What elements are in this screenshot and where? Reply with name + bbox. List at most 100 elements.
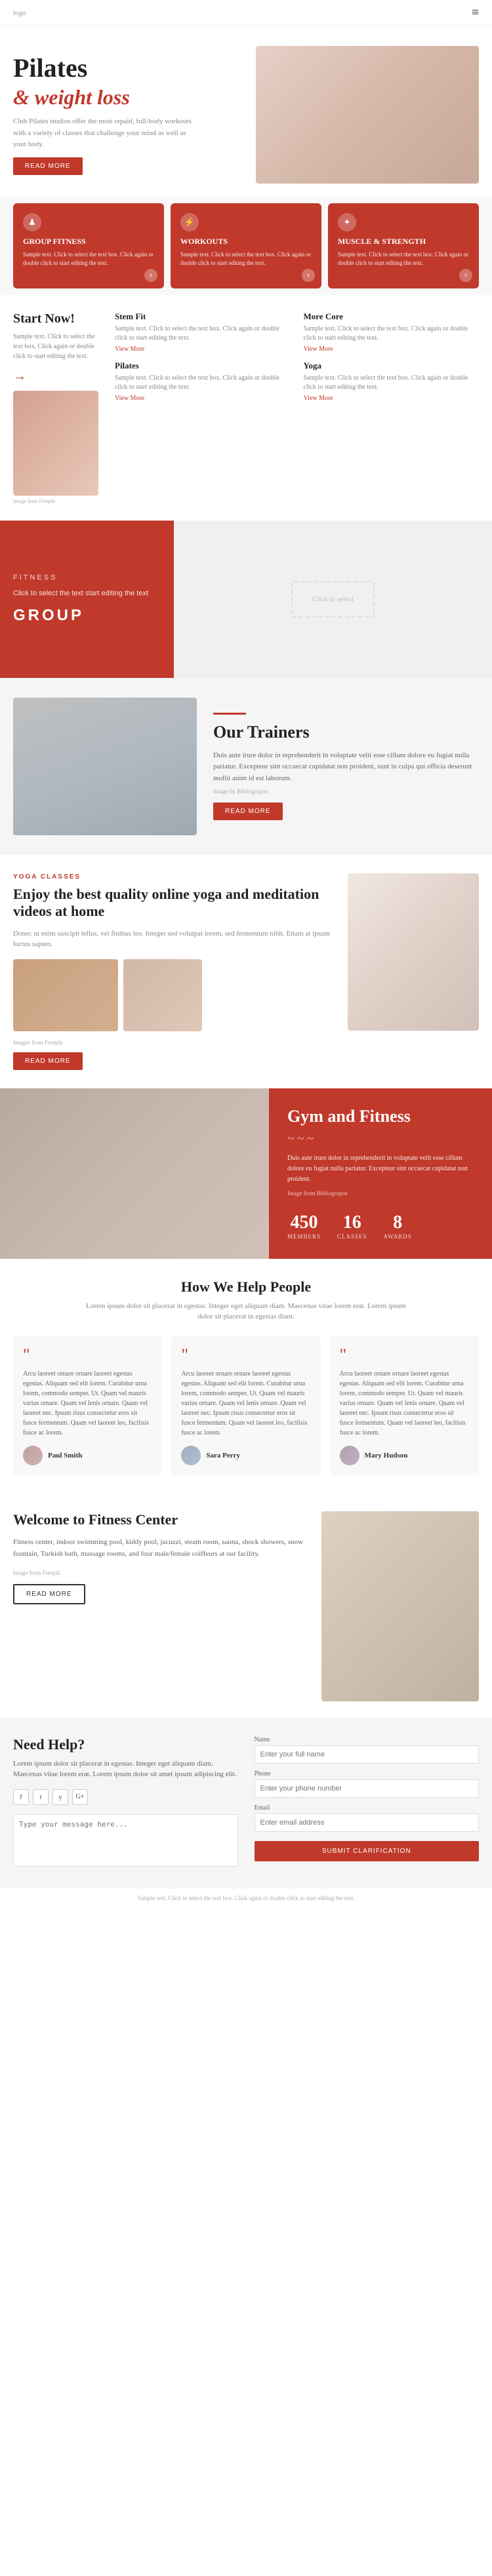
quote-icon-0: " — [23, 1345, 152, 1365]
name-label: Name — [255, 1736, 480, 1743]
trainers-heading: Our Trainers — [213, 723, 479, 742]
testimonial-2: " Arcu laoreet ornare ornare laoreet ege… — [330, 1336, 479, 1475]
footer-text: Sample text. Click to select the text bo… — [13, 1895, 479, 1901]
email-input[interactable] — [255, 1813, 480, 1832]
article-link-1[interactable]: View More — [304, 346, 480, 353]
testimonial-text-1: Arcu laoreet ornare ornare laoreet egest… — [181, 1369, 310, 1438]
card-group-fitness[interactable]: ♟ GROUP FITNESS Sample text. Click to se… — [13, 203, 164, 288]
social-facebook-icon[interactable]: f — [13, 1789, 29, 1805]
fitness-right-box[interactable]: Click to select — [174, 521, 492, 678]
need-help-right: Name Phone Email SUBMIT CLARIFICATION — [255, 1736, 480, 1869]
card-icon-muscle: ✦ — [338, 213, 356, 231]
message-input[interactable] — [13, 1814, 238, 1867]
article-link-2[interactable]: View More — [115, 395, 291, 402]
card-desc-workouts: Sample text. Click to select the text bo… — [180, 250, 312, 267]
yoga-label: YOGA CLASSES — [13, 873, 335, 881]
stat-members-label: MEMBERS — [287, 1233, 321, 1240]
start-arrow-icon[interactable]: → — [13, 369, 26, 384]
stat-classes: 16 CLASSES — [337, 1212, 367, 1240]
avatar-0 — [23, 1446, 43, 1465]
fitness-group-label: GROUP — [13, 606, 161, 625]
card-title-group: GROUP FITNESS — [23, 237, 154, 247]
hero-subtitle: & weight loss — [13, 85, 130, 109]
testimonial-text-2: Arcu laoreet ornare ornare laoreet egest… — [340, 1369, 469, 1438]
start-articles-grid: Stem Fit Sample text. Click to select th… — [115, 311, 479, 402]
help-heading: How We Help People — [13, 1278, 479, 1296]
article-link-0[interactable]: View More — [115, 346, 291, 353]
person-2: Mary Hudson — [340, 1446, 469, 1465]
yoga-images-container — [13, 959, 335, 1031]
card-workouts[interactable]: ⚡ WORKOUTS Sample text. Click to select … — [171, 203, 321, 288]
card-muscle[interactable]: ✦ MUSCLE & STRENGTH Sample text. Click t… — [328, 203, 479, 288]
form-group-email: Email — [255, 1804, 480, 1832]
start-description: Sample text. Click to select the text bo… — [13, 332, 105, 361]
yoga-section: YOGA CLASSES Enjoy the best quality onli… — [0, 855, 492, 1088]
hamburger-icon[interactable]: ≡ — [472, 5, 479, 20]
form-group-phone: Phone — [255, 1770, 480, 1798]
yoga-read-more-button[interactable]: READ MORE — [13, 1052, 83, 1070]
person-1: Sara Perry — [181, 1446, 310, 1465]
card-icon-workouts: ⚡ — [180, 213, 199, 231]
stat-awards-label: AWARDS — [384, 1233, 412, 1240]
welcome-read-more-button[interactable]: READ MORE — [13, 1584, 85, 1604]
logo: logo — [13, 9, 26, 17]
help-section: How We Help People Lorem ipsum dolor sit… — [0, 1259, 492, 1495]
need-help-description: Lorem ipsum dolor sit placerat in egesta… — [13, 1758, 238, 1780]
welcome-section: Welcome to Fitness Center Fitness center… — [0, 1495, 492, 1718]
card-arrow-group[interactable]: › — [144, 269, 157, 282]
stat-members-number: 450 — [287, 1212, 321, 1233]
trainers-image — [13, 698, 197, 835]
avatar-1 — [181, 1446, 201, 1465]
gym-heading: Gym and Fitness — [287, 1107, 474, 1126]
social-twitter-icon[interactable]: t — [33, 1789, 49, 1805]
welcome-image — [321, 1511, 479, 1701]
article-title-3: Yoga — [304, 361, 480, 371]
fitness-click-text: Click to select the text start editing t… — [13, 588, 161, 599]
article-link-3[interactable]: View More — [304, 395, 480, 402]
yoga-right — [348, 873, 479, 1031]
card-arrow-workouts[interactable]: › — [302, 269, 315, 282]
welcome-right — [321, 1511, 479, 1701]
hero-read-more-button[interactable]: READ MORE — [13, 157, 83, 175]
header: logo ≡ — [0, 0, 492, 26]
fitness-group-section: FITNESS Click to select the text start e… — [0, 521, 492, 678]
need-help-heading: Need Help? — [13, 1736, 238, 1753]
gym-description: Duis aute irure dolor in reprehenderit i… — [287, 1153, 474, 1185]
yoga-description: Donec ut enim suscipit tellus, vel finib… — [13, 928, 335, 950]
help-subtitle: Lorem ipsum dolor sit placerat in egesta… — [82, 1301, 410, 1322]
social-youtube-icon[interactable]: y — [52, 1789, 68, 1805]
person-name-1: Sara Perry — [206, 1452, 240, 1459]
fitness-left-box[interactable]: FITNESS Click to select the text start e… — [0, 521, 174, 678]
submit-button[interactable]: SUBMIT CLARIFICATION — [255, 1841, 480, 1861]
person-name-0: Paul Smith — [48, 1452, 82, 1459]
start-image-container — [13, 391, 98, 496]
article-title-0: Stem Fit — [115, 311, 291, 322]
article-desc-1: Sample text. Click to select the text bo… — [304, 325, 480, 343]
hero-description: Club Pilates studios offer the most repa… — [13, 116, 197, 151]
start-heading: Start Now! — [13, 311, 105, 327]
social-icons-row: f t y G+ — [13, 1789, 238, 1805]
fitness-click-select[interactable]: Click to select — [291, 581, 375, 618]
stat-awards: 8 AWARDS — [384, 1212, 412, 1240]
yoga-left: YOGA CLASSES Enjoy the best quality onli… — [13, 873, 335, 1070]
stat-awards-number: 8 — [384, 1212, 412, 1233]
article-desc-0: Sample text. Click to select the text bo… — [115, 325, 291, 343]
phone-input[interactable] — [255, 1779, 480, 1798]
yoga-heading: Enjoy the best quality online yoga and m… — [13, 886, 335, 921]
need-help-left: Need Help? Lorem ipsum dolor sit placera… — [13, 1736, 238, 1869]
yoga-main-image — [348, 873, 479, 1031]
yoga-image-1 — [13, 959, 118, 1031]
hero-image — [256, 46, 479, 184]
quote-icon-1: " — [181, 1345, 310, 1365]
article-desc-2: Sample text. Click to select the text bo… — [115, 374, 291, 392]
trainers-read-more-button[interactable]: READ MORE — [213, 803, 283, 820]
start-image-label: Image from Freepik — [13, 498, 105, 504]
yoga-image-label: Images from Freepik — [13, 1039, 335, 1046]
article-title-2: Pilates — [115, 361, 291, 371]
name-input[interactable] — [255, 1745, 480, 1764]
welcome-description: Fitness center, indoor swimming pool, ki… — [13, 1536, 308, 1560]
email-label: Email — [255, 1804, 480, 1812]
card-arrow-muscle[interactable]: › — [459, 269, 472, 282]
article-more-core: More Core Sample text. Click to select t… — [304, 311, 480, 353]
social-gplus-icon[interactable]: G+ — [72, 1789, 88, 1805]
